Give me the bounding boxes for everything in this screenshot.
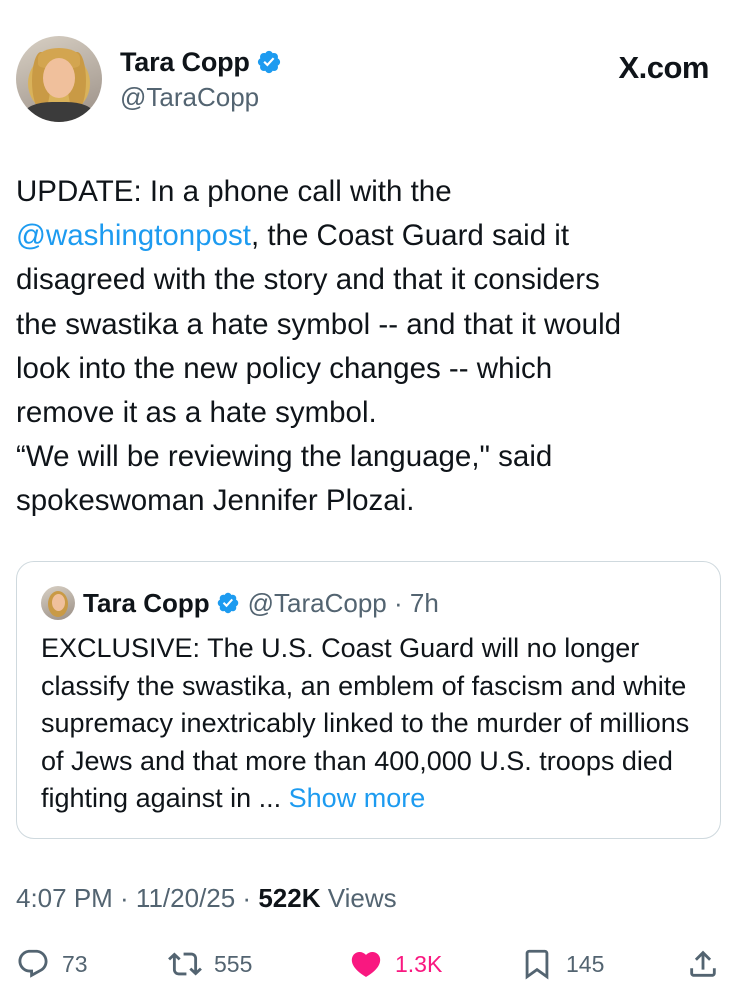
quoted-avatar bbox=[41, 586, 75, 620]
avatar[interactable] bbox=[16, 36, 102, 122]
reply-button[interactable]: 73 bbox=[16, 942, 88, 986]
author-handle[interactable]: @TaraCopp bbox=[120, 82, 282, 113]
author-name[interactable]: Tara Copp bbox=[120, 47, 250, 78]
repost-count: 555 bbox=[214, 950, 253, 977]
reply-count: 73 bbox=[62, 950, 88, 977]
repost-button[interactable]: 555 bbox=[168, 942, 252, 986]
tweet-text: UPDATE: In a phone call with the @washin… bbox=[16, 170, 721, 524]
verified-badge-icon bbox=[257, 50, 280, 74]
tweet-meta: 4:07 PM · 11/20/25 · 522K Views bbox=[16, 883, 397, 914]
author-block: Tara Copp @TaraCopp bbox=[120, 46, 282, 113]
bookmark-count: 145 bbox=[566, 950, 605, 977]
quoted-tweet-header: Tara Copp @TaraCopp · 7h bbox=[41, 586, 439, 620]
tweet-header: Tara Copp @TaraCopp X.com bbox=[16, 36, 721, 126]
show-more-link[interactable]: Show more bbox=[289, 783, 426, 813]
share-icon bbox=[690, 950, 716, 977]
tweet-text-part-1: UPDATE: In a phone call with the bbox=[16, 175, 452, 208]
quoted-tweet[interactable]: Tara Copp @TaraCopp · 7h EXCLUSIVE: The … bbox=[16, 561, 721, 839]
repost-icon bbox=[168, 952, 202, 976]
action-bar: 73 555 1.3K 145 bbox=[16, 942, 721, 986]
heart-icon bbox=[351, 951, 381, 977]
quoted-author-name: Tara Copp bbox=[83, 587, 210, 618]
views-label: Views bbox=[320, 883, 397, 913]
verified-badge-icon bbox=[217, 592, 238, 614]
bookmark-button[interactable]: 145 bbox=[520, 942, 604, 986]
mention-link[interactable]: @washingtonpost bbox=[16, 219, 251, 252]
like-button[interactable]: 1.3K bbox=[349, 942, 442, 986]
tweet-timestamp[interactable]: 4:07 PM · 11/20/25 · bbox=[16, 883, 258, 913]
tweet-text-part-2: , the Coast Guard said it disagreed with… bbox=[16, 219, 622, 518]
quoted-handle-time: @TaraCopp · 7h bbox=[247, 587, 439, 618]
bookmark-icon bbox=[525, 949, 549, 980]
share-button[interactable] bbox=[686, 942, 720, 986]
reply-icon bbox=[18, 949, 48, 978]
like-count: 1.3K bbox=[395, 950, 443, 977]
views-count: 522K bbox=[258, 883, 321, 913]
x-logo: X.com bbox=[618, 50, 709, 85]
quoted-tweet-text: EXCLUSIVE: The U.S. Coast Guard will no … bbox=[41, 630, 701, 818]
